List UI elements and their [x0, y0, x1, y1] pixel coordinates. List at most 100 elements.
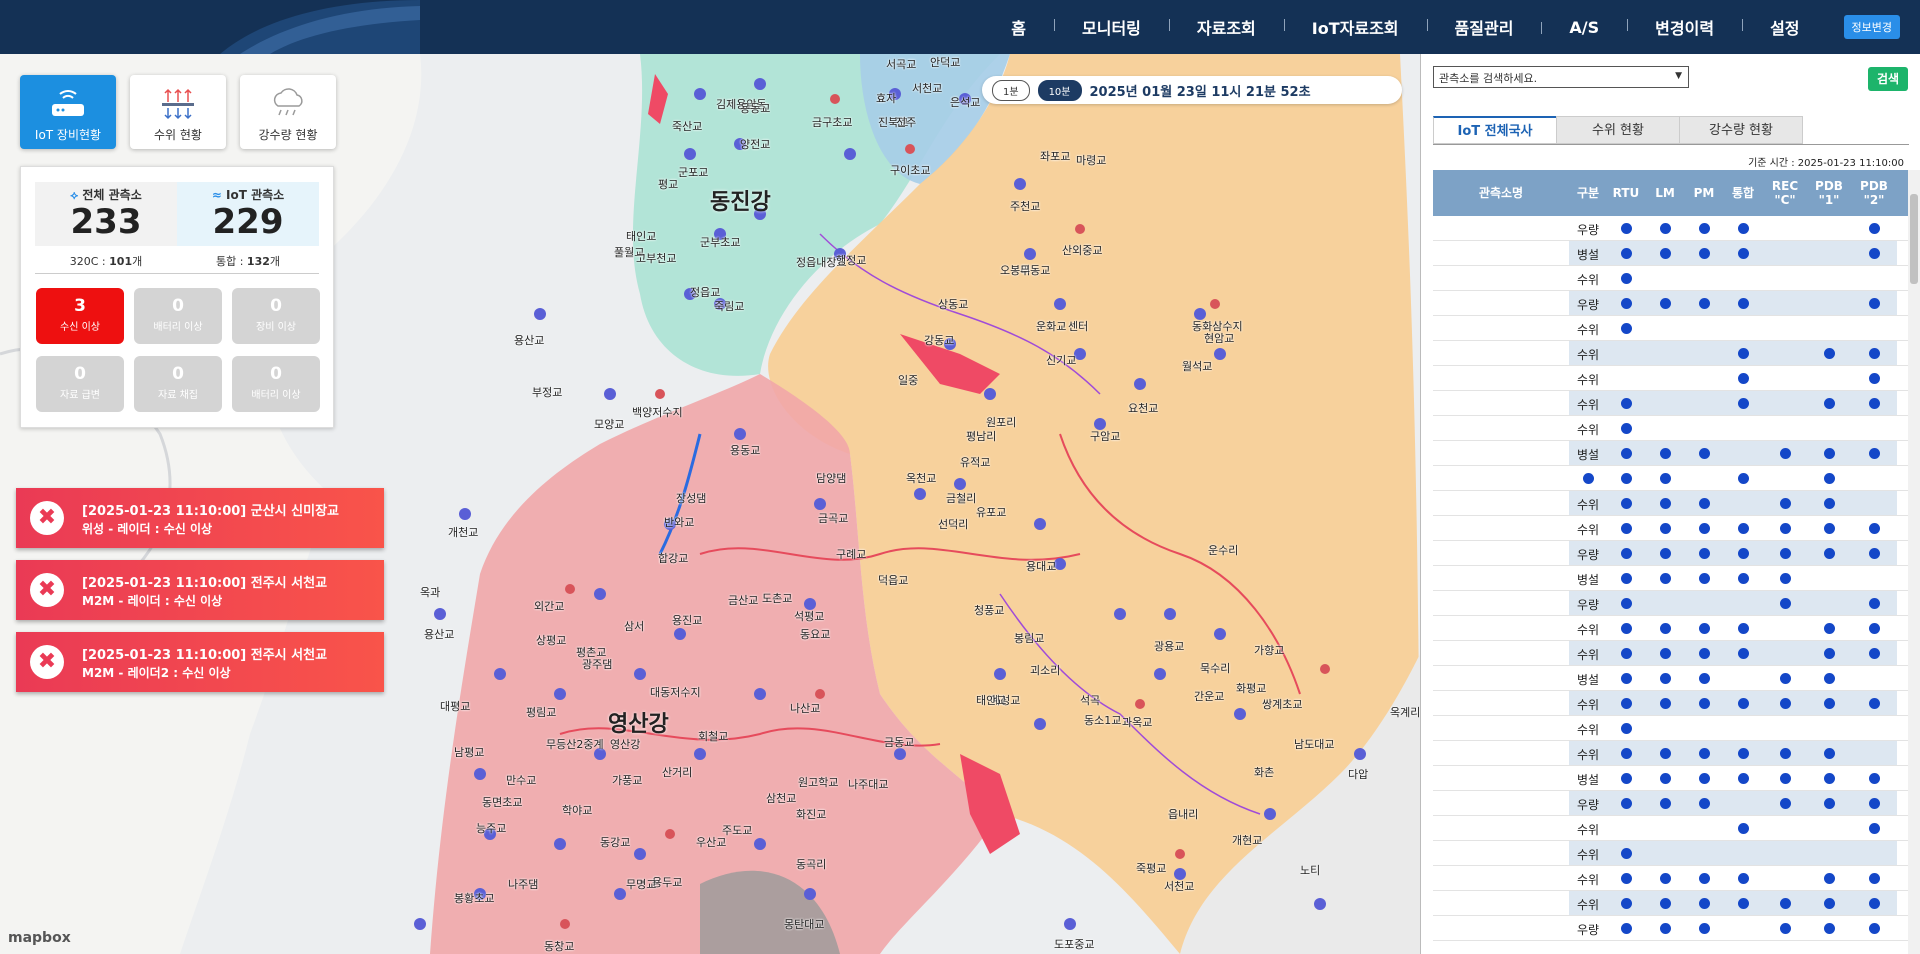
- table-row[interactable]: 병설: [1433, 766, 1909, 791]
- table-row[interactable]: 우량: [1433, 291, 1909, 316]
- table-row[interactable]: 수위: [1433, 341, 1909, 366]
- col-pdb-1[interactable]: PDB "1": [1807, 170, 1851, 216]
- status-data-surge[interactable]: 0 자료 급변: [36, 356, 124, 412]
- row-type: 우량: [1576, 598, 1600, 612]
- close-icon[interactable]: ✖: [30, 645, 64, 679]
- nav-quality[interactable]: 품질관리: [1426, 15, 1542, 39]
- map-label: 선덕리: [938, 518, 969, 531]
- status-dot: [1824, 523, 1835, 534]
- table-row[interactable]: 수위: [1433, 741, 1909, 766]
- map-label: 다압: [1348, 768, 1369, 781]
- map-label: 나주댐: [508, 878, 539, 891]
- col-pdb-2[interactable]: PDB "2": [1851, 170, 1897, 216]
- antenna-icon: ⟡: [70, 188, 79, 202]
- col-station-name[interactable]: 관측소명: [1433, 170, 1569, 216]
- card-iot-equipment[interactable]: IoT 장비현황: [20, 75, 116, 149]
- close-icon[interactable]: ✖: [30, 501, 64, 535]
- table-row[interactable]: 우량: [1433, 591, 1909, 616]
- status-dot: [1824, 398, 1835, 409]
- change-info-button[interactable]: 정보변경: [1843, 15, 1900, 39]
- table-row[interactable]: 수위: [1433, 266, 1909, 291]
- interval-10min-button[interactable]: 10분: [1037, 79, 1082, 101]
- table-row[interactable]: 수위: [1433, 891, 1909, 916]
- table-row[interactable]: 우량: [1433, 216, 1909, 241]
- card-rainfall[interactable]: 강수량 현황: [240, 75, 336, 149]
- tab-iot-all[interactable]: IoT 전체국사: [1433, 116, 1557, 144]
- nav-data-query[interactable]: 자료조회: [1168, 15, 1284, 39]
- map-label: 광주댐: [582, 658, 613, 671]
- status-dot: [1738, 623, 1749, 634]
- close-icon[interactable]: ✖: [30, 573, 64, 607]
- table-row[interactable]: 수위: [1433, 616, 1909, 641]
- nav-iot-data-query[interactable]: IoT자료조회: [1283, 15, 1427, 39]
- col-type[interactable]: 구분: [1569, 170, 1607, 216]
- table-row[interactable]: 수위: [1433, 841, 1909, 866]
- table-row[interactable]: 우량: [1433, 916, 1909, 941]
- table-row[interactable]: 수위: [1433, 316, 1909, 341]
- col-lm[interactable]: LM: [1645, 170, 1685, 216]
- table-row[interactable]: 수위: [1433, 391, 1909, 416]
- iot-stations-box: ≈ IoT 관측소 229: [177, 182, 319, 246]
- table-row[interactable]: 병설: [1433, 241, 1909, 266]
- alert-card[interactable]: ✖ [2025-01-23 11:10:00] 전주시 서천교 M2M - 레이…: [16, 632, 384, 692]
- alert-card[interactable]: ✖ [2025-01-23 11:10:00] 전주시 서천교 M2M - 레이…: [16, 560, 384, 620]
- table-scrollbar[interactable]: [1908, 170, 1920, 954]
- status-data-collect[interactable]: 0 자료 채집: [134, 356, 222, 412]
- table-row[interactable]: 병설: [1433, 666, 1909, 691]
- table-row[interactable]: 병설: [1433, 566, 1909, 591]
- col-integrated[interactable]: 통합: [1723, 170, 1763, 216]
- status-dot: [1869, 248, 1880, 259]
- table-row[interactable]: 우량: [1433, 791, 1909, 816]
- nav-as[interactable]: A/S: [1541, 18, 1627, 37]
- map-label: 안덕교: [930, 56, 961, 69]
- col-pm[interactable]: PM: [1685, 170, 1723, 216]
- table-row[interactable]: 수위: [1433, 366, 1909, 391]
- alert-card[interactable]: ✖ [2025-01-23 11:10:00] 군산시 신미장교 위성 - 레이…: [16, 488, 384, 548]
- mapbox-attribution[interactable]: mapbox: [8, 930, 71, 946]
- table-row[interactable]: 병설: [1433, 441, 1909, 466]
- map-label: 주천교: [1010, 200, 1041, 213]
- status-dot: [1621, 473, 1632, 484]
- col-rtu[interactable]: RTU: [1607, 170, 1645, 216]
- table-row[interactable]: 우량: [1433, 541, 1909, 566]
- table-row[interactable]: 수위: [1433, 816, 1909, 841]
- status-dot: [1869, 398, 1880, 409]
- map-label: 월석교: [1182, 360, 1213, 373]
- card-water-level[interactable]: 수위 현황: [130, 75, 226, 149]
- nav-settings[interactable]: 설정: [1742, 15, 1827, 39]
- search-button[interactable]: 검색: [1868, 67, 1908, 91]
- status-dot: [1738, 573, 1749, 584]
- table-row[interactable]: 수위: [1433, 516, 1909, 541]
- scrollbar-thumb[interactable]: [1910, 194, 1918, 284]
- table-row[interactable]: 수위: [1433, 691, 1909, 716]
- status-receive-error[interactable]: 3 수신 이상: [36, 288, 124, 344]
- map-label: 간운교: [1194, 690, 1225, 703]
- status-dot: [1869, 623, 1880, 634]
- tab-rainfall[interactable]: 강수량 현황: [1679, 116, 1803, 144]
- table-row[interactable]: 수위: [1433, 491, 1909, 516]
- card-label: 수위 현황: [154, 128, 202, 142]
- row-type: 우량: [1576, 923, 1600, 937]
- station-search-select[interactable]: 관측소를 검색하세요. ▼: [1433, 66, 1689, 88]
- tab-water-level[interactable]: 수위 현황: [1556, 116, 1680, 144]
- table-row[interactable]: 수위: [1433, 416, 1909, 441]
- status-equipment-error[interactable]: 0 장비 이상: [232, 288, 320, 344]
- row-type: 수위: [1576, 273, 1600, 287]
- status-dot: [1824, 748, 1835, 759]
- table-row[interactable]: 수위: [1433, 716, 1909, 741]
- nav-home[interactable]: 홈: [983, 15, 1054, 39]
- interval-1min-button[interactable]: 1분: [992, 79, 1030, 101]
- region-label-yeongsan: 영산강: [608, 712, 669, 737]
- map-label: 옥계리: [1390, 706, 1420, 719]
- status-battery-error-2[interactable]: 0 배터리 이상: [232, 356, 320, 412]
- row-band: [1569, 691, 1897, 715]
- map-label: 개천교: [448, 526, 479, 539]
- map-label: 노티: [1300, 864, 1321, 877]
- table-row[interactable]: 수위: [1433, 641, 1909, 666]
- table-row[interactable]: [1433, 466, 1909, 491]
- col-rec-c[interactable]: REC "C": [1763, 170, 1807, 216]
- table-row[interactable]: 수위: [1433, 866, 1909, 891]
- nav-monitoring[interactable]: 모니터링: [1054, 15, 1169, 39]
- status-battery-error[interactable]: 0 배터리 이상: [134, 288, 222, 344]
- nav-history[interactable]: 변경이력: [1627, 15, 1742, 39]
